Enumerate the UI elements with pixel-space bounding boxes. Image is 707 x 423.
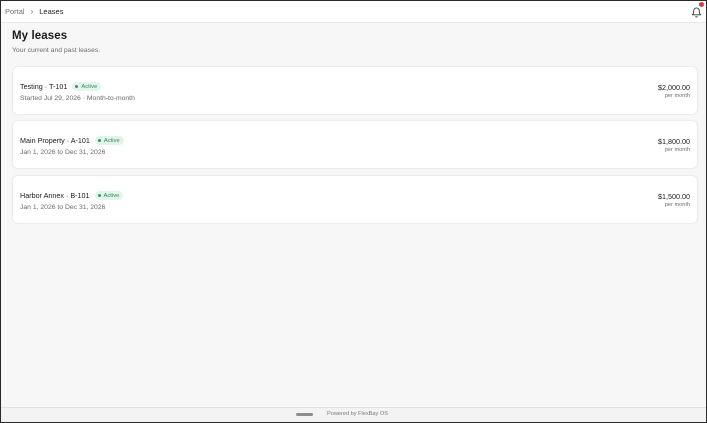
status-dot-icon [75,85,79,88]
lease-dates: Started Jul 29, 2026 · Month-to-month [20,95,135,102]
lease-info: Testing · T-101 Active Started Jul 29, 2… [20,82,135,102]
status-badge: Active [72,82,102,91]
status-label: Active [103,192,120,199]
lease-title: Main Property · A-101 [20,136,90,145]
lease-title: Testing · T-101 [20,82,68,91]
lease-card[interactable]: Harbor Annex · B-101 Active Jan 1, 2026 … [12,175,698,224]
status-badge: Active [94,191,124,200]
lease-info: Main Property · A-101 Active Jan 1, 2026… [20,136,124,156]
lease-title-row: Testing · T-101 Active [20,82,135,91]
powered-by-text: Powered by FlexBay OS [327,411,388,417]
status-badge: Active [94,136,124,145]
notifications-button[interactable] [691,2,704,18]
lease-card[interactable]: Main Property · A-101 Active Jan 1, 2026… [12,120,698,169]
lease-title: Harbor Annex · B-101 [20,191,90,200]
lease-dates: Jan 1, 2026 to Dec 31, 2026 [20,204,106,211]
notification-badge [699,2,704,7]
main-content: My leases Your current and past leases. … [12,30,698,224]
rent-amount: $1,500.00 [658,192,690,201]
chevron-right-icon: › [30,7,34,16]
page-title: My leases [12,30,68,42]
page-subtitle: Your current and past leases. [12,47,101,54]
app-frame: Portal › Leases My leases Your current a… [0,0,707,423]
lease-rent: $1,500.00 per month [658,192,690,208]
lease-card[interactable]: Testing · T-101 Active Started Jul 29, 2… [12,66,698,115]
footer-bar: Powered by FlexBay OS [1,407,706,422]
status-dot-icon [97,139,101,142]
lease-title-row: Harbor Annex · B-101 Active [20,191,124,200]
top-bar: Portal › Leases [1,1,706,23]
lease-info: Harbor Annex · B-101 Active Jan 1, 2026 … [20,191,124,211]
rent-amount: $1,800.00 [658,137,690,146]
breadcrumb-portal-link[interactable]: Portal [5,7,25,16]
rent-amount: $2,000.00 [658,83,690,92]
rent-period: per month [664,93,690,99]
bell-icon [691,7,702,18]
drag-handle[interactable] [296,413,313,416]
breadcrumb-current: Leases [39,7,64,16]
lease-rent: $2,000.00 per month [658,83,690,99]
lease-title-row: Main Property · A-101 Active [20,136,124,145]
status-dot-icon [97,194,101,197]
status-label: Active [103,137,120,144]
status-label: Active [81,83,98,90]
breadcrumb: Portal › Leases [1,7,63,16]
rent-period: per month [664,202,690,208]
lease-rent: $1,800.00 per month [658,137,690,153]
lease-dates: Jan 1, 2026 to Dec 31, 2026 [20,149,106,156]
rent-period: per month [664,147,690,153]
